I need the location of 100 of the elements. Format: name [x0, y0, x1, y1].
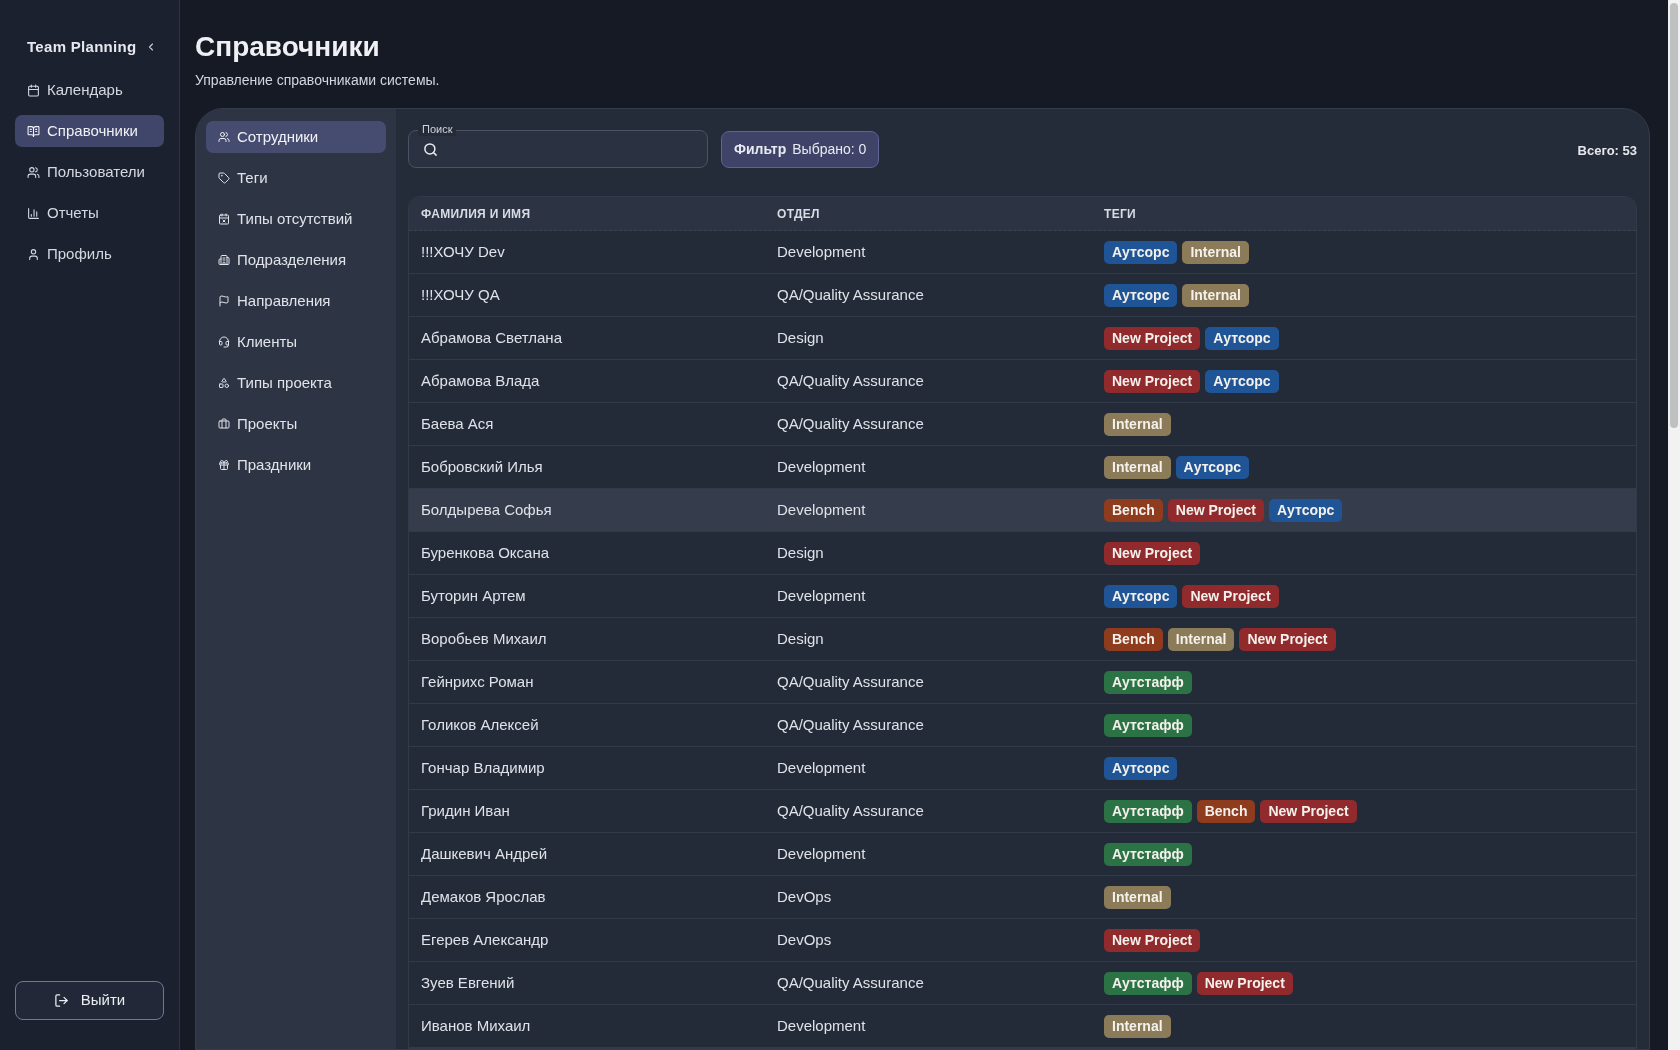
tag: Internal — [1182, 283, 1249, 307]
menu-item[interactable]: Праздники — [206, 449, 386, 481]
tag-icon — [218, 172, 230, 184]
app-title: Team Planning — [27, 36, 137, 57]
tag: Аутстафф — [1104, 799, 1192, 823]
tag: Аутсорс — [1205, 369, 1279, 393]
logout-button[interactable]: Выйти — [15, 981, 164, 1020]
table-cell-text: Development — [777, 585, 866, 606]
column-header[interactable]: ФАМИЛИЯ И ИМЯ — [421, 204, 531, 223]
tag: Аутстафф — [1104, 842, 1192, 866]
table-cell-text: Абрамова Влада — [421, 370, 540, 391]
table-cell-text: QA/Quality Assurance — [777, 671, 924, 692]
tag: Internal — [1104, 455, 1171, 479]
table-cell-text: QA/Quality Assurance — [777, 972, 924, 993]
table-cell-text: Development — [777, 456, 866, 477]
tag: Internal — [1104, 412, 1171, 436]
nav-item[interactable]: Профиль — [15, 238, 164, 270]
column-header[interactable]: ТЕГИ — [1104, 204, 1136, 223]
table-cell-text: Абрамова Светлана — [421, 327, 562, 348]
tag: Internal — [1167, 627, 1235, 651]
menu-item[interactable]: Типы отсутствий — [206, 203, 386, 235]
menu-item[interactable]: Подразделения — [206, 244, 386, 276]
table-cell-text: QA/Quality Assurance — [777, 714, 924, 735]
table-cell-text: QA/Quality Assurance — [777, 284, 924, 305]
tag: New Project — [1104, 928, 1201, 952]
table-cell-text: Зуев Евгений — [421, 972, 515, 993]
headset-icon — [218, 336, 230, 348]
table-cell-text: Бобровский Илья — [421, 456, 543, 477]
tag: Bench — [1104, 627, 1163, 651]
field-label: Поиск — [418, 122, 457, 136]
scrollbar-thumb[interactable] — [1670, 3, 1678, 428]
menu-item[interactable]: Теги — [206, 162, 386, 194]
table-cell-text: !!!ХОЧУ QA — [421, 284, 500, 305]
table-cell-text: Гридин Иван — [421, 800, 510, 821]
gift-icon — [218, 459, 230, 471]
tag: Bench — [1104, 498, 1163, 522]
scrollbar[interactable] — [1668, 0, 1680, 1050]
tag: Аутсорс — [1104, 756, 1178, 780]
calendar-icon — [27, 83, 40, 97]
table-cell-text: Иванов Михаил — [421, 1015, 531, 1036]
table-cell-text: QA/Quality Assurance — [777, 413, 924, 434]
table-cell-text: Егерев Александр — [421, 929, 549, 950]
tag: Аутсорс — [1205, 326, 1279, 350]
nav-item[interactable]: Пользователи — [15, 156, 164, 188]
tag: New Project — [1104, 326, 1201, 350]
table-cell-text: Гейнрихс Роман — [421, 671, 534, 692]
table-cell-text: !!!ХОЧУ Dev — [421, 241, 505, 262]
table-cell-text: Development — [777, 757, 866, 778]
table-cell-text: Баева Ася — [421, 413, 494, 434]
table-cell-text: Буренкова Оксана — [421, 542, 550, 563]
column-header[interactable]: ОТДЕЛ — [777, 204, 820, 223]
nav-item[interactable]: Календарь — [15, 74, 164, 106]
tag: New Project — [1182, 584, 1279, 608]
briefcase-icon — [218, 418, 230, 430]
table-cell-text: QA/Quality Assurance — [777, 370, 924, 391]
table-cell-text: Design — [777, 327, 824, 348]
tag: Internal — [1104, 885, 1171, 909]
table-row[interactable]: Болдырева Софья Development Bench New Project Аутсорс — [409, 489, 1636, 532]
table-cell-text: DevOps — [777, 886, 832, 907]
menu-item[interactable]: Типы проекта — [206, 367, 386, 399]
book-icon — [27, 124, 40, 138]
user-icon — [27, 247, 40, 261]
table-cell-text: QA/Quality Assurance — [777, 800, 924, 821]
nav-item[interactable]: Отчеты — [15, 197, 164, 229]
table-cell-text: Design — [777, 542, 824, 563]
table-cell-text: Development — [777, 241, 866, 262]
table-cell-text: Development — [777, 843, 866, 864]
table-cell-text: Development — [777, 1015, 866, 1036]
table-cell-text: Болдырева Софья — [421, 499, 552, 520]
table-cell-text: Демаков Ярослав — [421, 886, 546, 907]
tag: New Project — [1104, 369, 1201, 393]
tag: Internal — [1104, 1014, 1171, 1038]
tag: Аутсорс — [1104, 584, 1178, 608]
table-cell-text: Буторин Артем — [421, 585, 526, 606]
tag: New Project — [1260, 799, 1357, 823]
menu-item[interactable]: Сотрудники — [206, 121, 386, 153]
menu-item[interactable]: Клиенты — [206, 326, 386, 358]
total-count: Всего: 53 — [1577, 142, 1637, 161]
search-icon — [423, 141, 438, 157]
tag: Internal — [1182, 240, 1249, 264]
bar-chart-icon — [27, 206, 40, 220]
tag: Аутстафф — [1104, 713, 1192, 737]
tag: Аутстафф — [1104, 971, 1192, 995]
tag: Аутсорс — [1104, 283, 1178, 307]
nav-item[interactable]: Справочники — [15, 115, 164, 147]
page-title: Справочники — [195, 30, 380, 64]
users-icon — [218, 131, 230, 143]
table-cell-text: Голиков Алексей — [421, 714, 539, 735]
shapes-icon — [218, 377, 230, 389]
table-cell-text: Дашкевич Андрей — [421, 843, 548, 864]
menu-item[interactable]: Проекты — [206, 408, 386, 440]
flag-icon — [218, 295, 230, 307]
table-cell-text: Development — [777, 499, 866, 520]
logout-icon — [53, 993, 69, 1008]
page-subtitle: Управление справочниками системы. — [195, 71, 440, 89]
menu-item[interactable]: Направления — [206, 285, 386, 317]
table-cell-text: Воробьев Михаил — [421, 628, 547, 649]
filter-button[interactable]: Фильтр Выбрано: 0 — [721, 130, 880, 168]
tag: New Project — [1167, 498, 1264, 522]
tag: Bench — [1196, 799, 1256, 823]
